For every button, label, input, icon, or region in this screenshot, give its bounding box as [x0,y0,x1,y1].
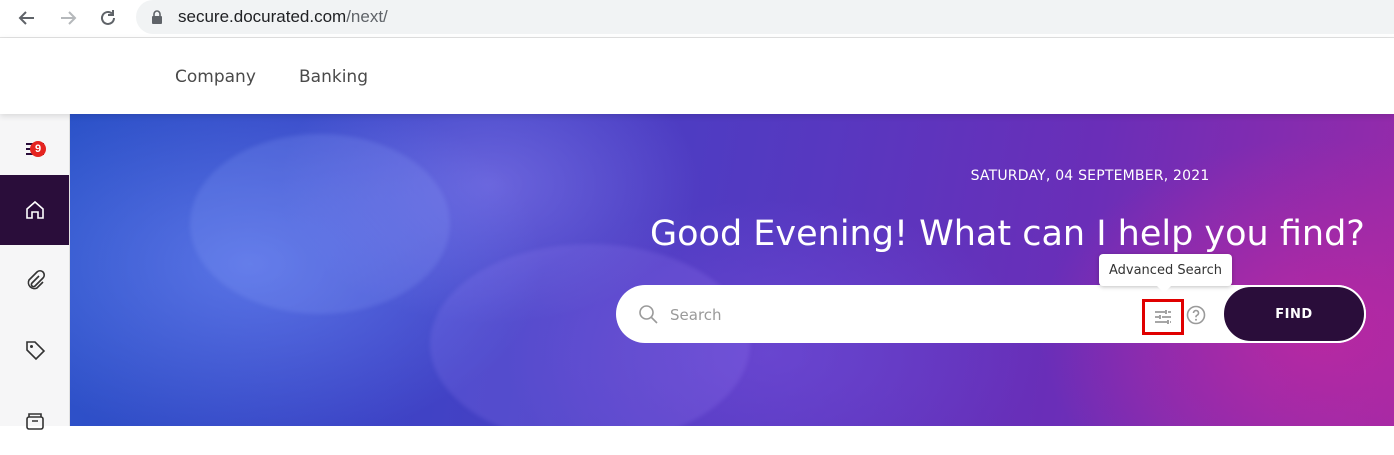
find-button[interactable]: FIND [1222,285,1366,343]
search-input[interactable] [670,303,1130,327]
sidebar-item-tags[interactable] [0,315,69,385]
sidebar-item-home[interactable] [0,175,69,245]
url-host: secure.docurated.com [178,7,347,26]
lock-icon [152,10,162,24]
sidebar-item-archive[interactable] [0,385,69,455]
arrow-right-icon [61,11,77,25]
arrow-left-icon [18,11,34,25]
reload-button[interactable] [94,4,122,32]
sliders-icon [1155,310,1171,324]
tag-icon [25,341,45,361]
address-bar[interactable]: secure.docurated.com/next/ [136,0,1394,34]
nav-item-banking[interactable]: Banking [299,67,368,87]
reload-icon [101,10,115,25]
advanced-search-tooltip: Advanced Search [1099,254,1232,293]
sidebar-item-attachments[interactable] [0,245,69,315]
notification-badge: 9 [30,141,46,157]
forward-button[interactable] [54,4,82,32]
home-icon [25,200,44,219]
archive-icon [25,413,44,430]
hero-banner: SATURDAY, 04 SEPTEMBER, 2021 Good Evenin… [70,114,1394,426]
current-date: SATURDAY, 04 SEPTEMBER, 2021 [970,168,1210,184]
greeting-heading: Good Evening! What can I help you find? [650,214,1365,254]
search-bar: FIND [616,285,1366,343]
back-button[interactable] [13,4,41,32]
advanced-search-button[interactable] [1142,299,1184,335]
sidebar [0,114,70,430]
top-navigation: Company Banking [0,38,1394,114]
nav-item-company[interactable]: Company [175,67,256,87]
help-icon[interactable] [1186,305,1206,325]
background-smoke [190,134,450,314]
url-path: /next/ [346,7,388,26]
search-icon [639,305,658,324]
browser-toolbar: secure.docurated.com/next/ [0,0,1394,38]
url-text: secure.docurated.com/next/ [178,7,388,27]
paperclip-icon [27,269,45,290]
